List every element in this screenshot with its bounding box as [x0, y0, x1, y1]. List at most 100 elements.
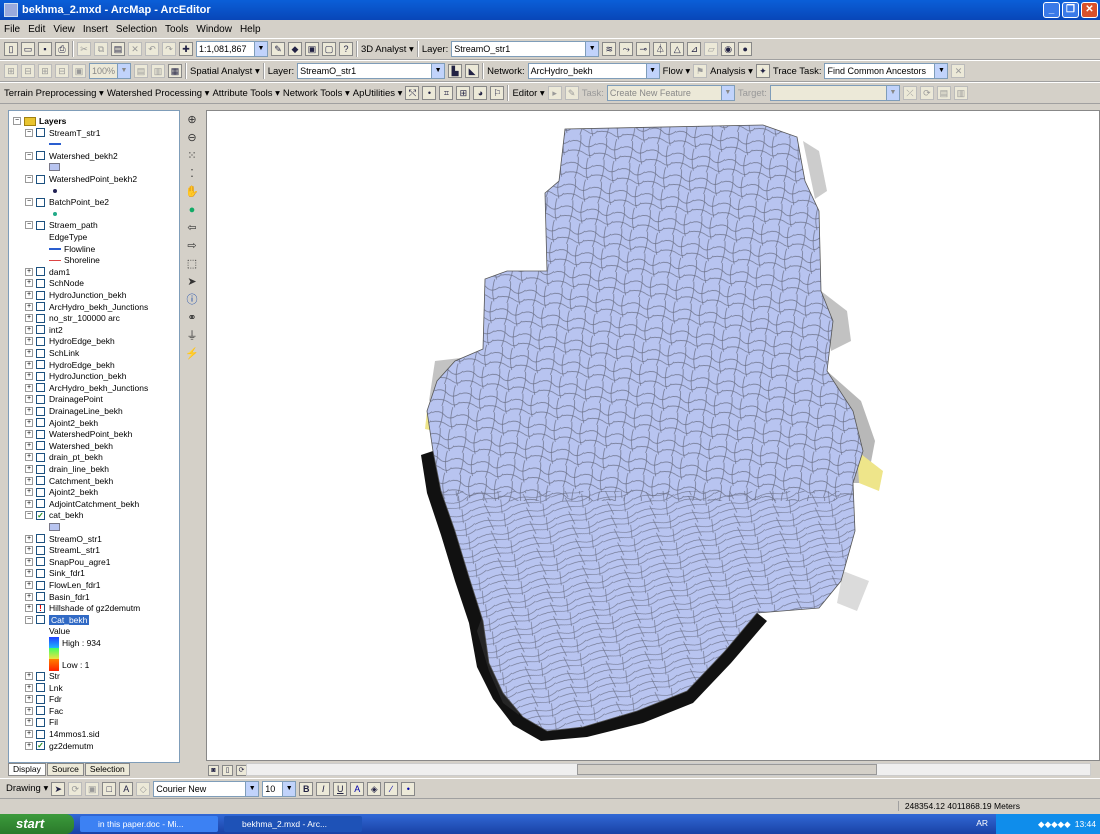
- layer-visibility-checkbox[interactable]: [36, 174, 45, 184]
- layout-zoom-combo[interactable]: 100% ▼: [89, 63, 131, 79]
- help-pointer-icon[interactable]: ?: [339, 42, 353, 56]
- toc-row[interactable]: + HydroEdge_bekh: [25, 359, 115, 371]
- table-of-contents[interactable]: − Layers − StreamT_str1− Watershed_bekh2− Wat…: [8, 110, 180, 763]
- layer-visibility-checkbox[interactable]: [36, 418, 45, 428]
- focus-frame-icon[interactable]: ▥: [151, 64, 165, 78]
- collapse-icon[interactable]: −: [13, 117, 21, 125]
- tab-source[interactable]: Source: [46, 763, 84, 776]
- layer-visibility-checkbox[interactable]: [36, 128, 45, 138]
- toc-row[interactable]: + Watershed_bekh: [25, 440, 113, 452]
- collapse-icon[interactable]: −: [25, 151, 33, 160]
- toc-row[interactable]: + SchLink: [25, 347, 79, 359]
- flow-path-icon[interactable]: ⤲: [405, 86, 420, 100]
- menu-help[interactable]: Help: [240, 24, 261, 35]
- next-extent-icon[interactable]: ⇨: [184, 238, 200, 254]
- layer-visibility-checkbox[interactable]: [36, 360, 45, 370]
- command-line-icon[interactable]: ▢: [322, 42, 336, 56]
- expand-icon[interactable]: +: [25, 372, 33, 381]
- select-elements-icon[interactable]: ➤: [51, 781, 66, 796]
- expand-icon[interactable]: +: [25, 430, 33, 439]
- editor-menu[interactable]: Editor ▾: [512, 88, 544, 99]
- expand-icon[interactable]: +: [25, 476, 33, 485]
- expand-icon[interactable]: +: [25, 383, 33, 392]
- menu-tools[interactable]: Tools: [165, 24, 188, 35]
- layer-visibility-checkbox[interactable]: [36, 487, 45, 497]
- toc-row[interactable]: + Sink_fdr1: [25, 567, 85, 579]
- toc-row[interactable]: + Lnk: [25, 682, 63, 694]
- toc-row[interactable]: + ArcHydro_bekh_Junctions: [25, 301, 148, 313]
- select-features-icon[interactable]: ⬚: [184, 256, 200, 272]
- cut-icon[interactable]: ✂: [77, 42, 91, 56]
- expand-icon[interactable]: +: [25, 395, 33, 404]
- expand-icon[interactable]: +: [25, 453, 33, 462]
- redo-icon[interactable]: ↷: [162, 42, 176, 56]
- layer-visibility-checkbox[interactable]: [36, 371, 45, 381]
- menu-window[interactable]: Window: [196, 24, 232, 35]
- bold-icon[interactable]: B: [299, 781, 314, 796]
- fixed-zoom-in-icon[interactable]: ⁙: [184, 148, 200, 164]
- expand-icon[interactable]: +: [25, 672, 33, 680]
- expand-icon[interactable]: +: [25, 557, 33, 566]
- full-extent-globe-icon[interactable]: ●: [184, 202, 200, 218]
- toc-row[interactable]: + SchNode: [25, 277, 84, 289]
- layer-visibility-checkbox[interactable]: [36, 545, 45, 555]
- collapse-icon[interactable]: −: [25, 221, 33, 230]
- layer-visibility-checkbox[interactable]: [36, 348, 45, 358]
- edit-tool-icon[interactable]: ▸: [547, 86, 562, 100]
- layer-visibility-checkbox[interactable]: [36, 220, 45, 230]
- scrollbar-thumb[interactable]: [577, 764, 877, 775]
- toc-row[interactable]: + dam1: [25, 266, 70, 278]
- expand-icon[interactable]: +: [25, 695, 33, 704]
- expand-icon[interactable]: +: [25, 465, 33, 473]
- find-binoculars-icon[interactable]: ⚭: [184, 310, 200, 326]
- contour-icon[interactable]: ≋: [602, 42, 617, 56]
- trace-task-combo[interactable]: Find Common Ancestors ▼: [824, 63, 949, 79]
- toc-row[interactable]: − ✓ cat_bekh: [25, 509, 84, 521]
- expand-icon[interactable]: +: [25, 488, 33, 497]
- start-button[interactable]: start: [0, 814, 74, 834]
- paste-icon[interactable]: ▤: [111, 42, 125, 56]
- layer-visibility-checkbox[interactable]: [36, 325, 45, 335]
- drawing-menu[interactable]: Drawing ▾: [6, 783, 48, 794]
- toc-row[interactable]: − BatchPoint_be2: [25, 196, 109, 208]
- zoom-in-fixed-icon[interactable]: ⊞: [4, 64, 18, 78]
- new-text-icon[interactable]: A: [119, 781, 134, 796]
- expand-icon[interactable]: +: [25, 534, 33, 543]
- open-folder-icon[interactable]: ▭: [21, 42, 35, 56]
- expand-icon[interactable]: +: [25, 592, 33, 601]
- horizontal-scrollbar[interactable]: [246, 763, 1091, 776]
- layer-visibility-checkbox[interactable]: [36, 290, 45, 300]
- expand-icon[interactable]: +: [25, 499, 33, 508]
- layer-visibility-checkbox[interactable]: [36, 429, 45, 439]
- profile-icon[interactable]: ⏃: [653, 42, 668, 56]
- layer-visibility-checkbox[interactable]: [36, 499, 45, 509]
- menu-view[interactable]: View: [53, 24, 75, 35]
- zoom-out-icon[interactable]: ⊖: [184, 130, 200, 146]
- attributes-icon[interactable]: ▤: [936, 86, 951, 100]
- layer-visibility-checkbox[interactable]: ✓: [36, 741, 45, 751]
- arcglobe-icon[interactable]: ●: [738, 42, 753, 56]
- flag-icon[interactable]: ⚑: [693, 64, 708, 78]
- toc-row[interactable]: + ✓ gz2demutm: [25, 740, 93, 752]
- network-combo[interactable]: ArcHydro_bekh ▼: [527, 63, 660, 79]
- fixed-zoom-out-icon[interactable]: ⁚: [184, 166, 200, 182]
- layer-visibility-checkbox[interactable]: [36, 706, 45, 716]
- tab-display[interactable]: Display: [8, 763, 46, 776]
- zoom-out-fixed-icon[interactable]: ⊟: [21, 64, 35, 78]
- terrain-preprocessing-menu[interactable]: Terrain Preprocessing ▾: [4, 88, 104, 99]
- toc-row[interactable]: +! Hillshade of gz2demutm: [25, 602, 140, 614]
- expand-icon[interactable]: +: [25, 718, 33, 727]
- expand-icon[interactable]: +: [25, 360, 33, 369]
- toc-row[interactable]: − StreamT_str1: [25, 127, 101, 139]
- layer-visibility-checkbox[interactable]: [36, 580, 45, 590]
- create-profile-graph-icon[interactable]: ▱: [704, 42, 719, 56]
- language-indicator[interactable]: AR: [976, 818, 988, 828]
- collapse-icon[interactable]: −: [25, 511, 33, 520]
- map-display[interactable]: [206, 110, 1100, 761]
- measure-icon[interactable]: ⏚: [184, 328, 200, 344]
- expand-icon[interactable]: +: [25, 337, 33, 346]
- toc-row[interactable]: +14mmos1.sid: [25, 728, 100, 740]
- sketch-tool-icon[interactable]: ✎: [564, 86, 579, 100]
- watershed-processing-menu[interactable]: Watershed Processing ▾: [107, 88, 210, 99]
- page-zoom-out-icon[interactable]: ⊟: [55, 64, 69, 78]
